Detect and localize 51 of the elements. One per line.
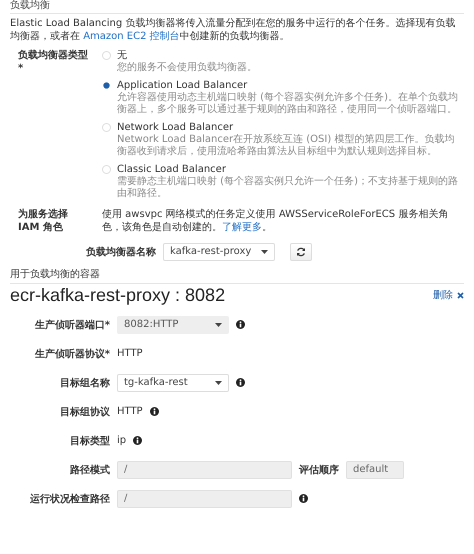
remove-button[interactable]: 删除 xyxy=(433,288,464,302)
info-icon xyxy=(236,320,245,329)
dropdown-select[interactable]: tg-kafka-rest xyxy=(117,374,229,392)
radio-button[interactable] xyxy=(102,122,111,132)
field-label: 运行状况检查路径 xyxy=(29,492,110,506)
field-label: 目标类型 xyxy=(69,434,110,448)
field-label: 生产侦听器端口* xyxy=(34,318,110,332)
field-label: 路径模式 xyxy=(69,464,110,476)
field-value: ip xyxy=(117,435,126,446)
option-label: Classic Load Balancer xyxy=(117,162,227,176)
field-value: HTTP xyxy=(117,406,143,417)
section-title: 负载均衡 xyxy=(10,0,464,14)
field-label: 目标组协议 xyxy=(59,406,110,418)
field-value: HTTP xyxy=(117,348,143,359)
option-label: Network Load Balancer xyxy=(117,120,234,134)
required-mark: * xyxy=(18,62,24,75)
learn-more-link[interactable]: 了解更多 xyxy=(222,222,262,232)
close-icon xyxy=(457,292,464,298)
console-link[interactable]: Amazon EC2 控制台 xyxy=(83,31,180,42)
field-label: 目标组名称 xyxy=(59,376,110,390)
caret-icon xyxy=(215,380,222,384)
caret-icon xyxy=(261,250,268,254)
refresh-icon xyxy=(296,246,306,256)
option-label: Application Load Balancer xyxy=(117,78,248,90)
input-field[interactable]: / xyxy=(117,490,292,508)
option-label: 无 xyxy=(117,49,128,62)
input-field[interactable]: / xyxy=(117,460,292,478)
radio-button[interactable] xyxy=(103,82,110,88)
field-label: 评估顺序 xyxy=(299,463,339,476)
option-description: Network Load Balancer在开放系统互连 (OSI) 模型的第四层工作。负载均衡器收到请求后，使用流哈希路由算法从目标组中为默认规则选择目标。 xyxy=(117,134,456,158)
section-title: 用于负载均衡的容器 xyxy=(10,268,464,284)
radio-button[interactable] xyxy=(102,51,111,60)
container-title: ecr-kafka-rest-proxy : 8082 xyxy=(10,284,226,306)
info-icon xyxy=(236,378,245,387)
info-icon xyxy=(299,494,308,503)
field-label: 负载均衡器类型 xyxy=(18,49,89,62)
info-icon xyxy=(133,436,142,445)
iam-text: 使用 awsvpc 网络模式的任务定义使用 AWSServiceRoleForECS 服务相关角色，该角色是自动创建的。了解更多。 xyxy=(102,208,450,234)
option-description: 您的服务不会使用负载均衡器。 xyxy=(117,62,257,74)
field-label: 为服务选择 IAM 角色 xyxy=(18,208,69,234)
description-text: Elastic Load Balancing 负载均衡器将传入流量分配到在您的服务中运行的各个任务。选择现有负载均衡器，或者在 Amazon EC2 控制台中创建新的负载均衡器。 xyxy=(10,17,456,43)
info-icon xyxy=(150,407,159,416)
field-label: 负载均衡器名称 xyxy=(85,246,156,258)
field-label: 生产侦听器协议* xyxy=(34,348,110,360)
option-description: 允许容器使用动态主机端口映射 (每个容器实例允许多个任务)。在单个负载均衡器上，多个服务可以通过基于规则的路由和路径，使用同一个侦听器端口。 xyxy=(117,92,459,116)
radio-button[interactable] xyxy=(102,164,111,174)
load-balancer-select[interactable]: kafka-rest-proxy xyxy=(163,242,275,260)
refresh-button[interactable] xyxy=(290,242,312,260)
caret-icon xyxy=(215,322,222,326)
option-description: 需要静态主机端口映射 (每个容器实例只允许一个任务)；不支持基于规则的路由和路径。 xyxy=(117,176,459,200)
input-field[interactable]: default xyxy=(346,460,404,478)
